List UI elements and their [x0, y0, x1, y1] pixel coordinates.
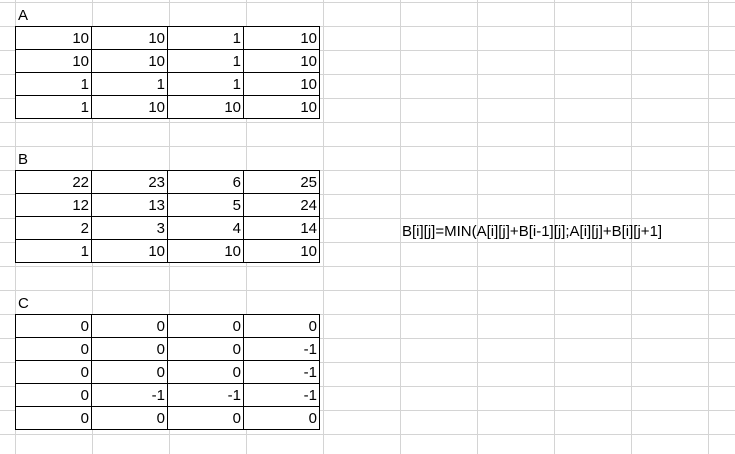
cell[interactable]: 0 [167, 314, 244, 338]
cell[interactable]: 1 [167, 49, 244, 73]
matrix-b-row: 2 3 4 14 [15, 216, 320, 240]
matrix-c-row: 0000 [15, 406, 320, 430]
matrix-a-row: 1 10 10 10 [15, 95, 320, 119]
label-b: B [18, 151, 29, 168]
matrix-c-row: 0 0 0 -1 [15, 360, 320, 384]
matrix-b: 22 23 6 25 12 13 5 24 2 3 4 14 1 10 10 10 [15, 170, 320, 263]
matrix-a: 10 10 1 10 10 10 1 10 1 1 1 10 1 10 10 10 [15, 26, 320, 119]
cell[interactable]: 0 [15, 337, 92, 361]
cell[interactable]: 0 [167, 360, 244, 384]
cell[interactable]: 0 [15, 383, 92, 407]
cell[interactable]: 10 [91, 26, 168, 50]
cell[interactable]: 3 [91, 216, 168, 240]
matrix-a-row: 1 1 1 10 [15, 72, 320, 96]
cell[interactable]: 0 [243, 314, 320, 338]
cell[interactable]: 10 [243, 72, 320, 96]
cell[interactable]: 0 [91, 314, 168, 338]
cell[interactable]: 10 [243, 239, 320, 263]
cell[interactable]: 6 [167, 170, 244, 194]
cell[interactable]: 14 [243, 216, 320, 240]
matrix-a-row: 10 10 1 10 [15, 49, 320, 73]
spreadsheet-grid[interactable]: A 10 10 1 10 10 10 1 10 1 1 1 10 1 10 10 10 B 22 23 6 25 12… [0, 0, 735, 454]
cell[interactable]: 25 [243, 170, 320, 194]
cell[interactable]: 10 [167, 95, 244, 119]
label-a: A [18, 7, 29, 24]
cell[interactable]: 1 [15, 95, 92, 119]
matrix-c-row: 0000 [15, 314, 320, 338]
cell[interactable]: -1 [167, 383, 244, 407]
matrix-c-row: 0 -1 -1 -1 [15, 383, 320, 407]
cell[interactable]: 0 [15, 360, 92, 384]
cell[interactable]: 0 [91, 406, 168, 430]
cell[interactable]: 0 [91, 337, 168, 361]
matrix-c-row: 0 0 0 -1 [15, 337, 320, 361]
cell[interactable]: 10 [243, 49, 320, 73]
cell[interactable]: 2 [15, 216, 92, 240]
cell[interactable]: 5 [167, 193, 244, 217]
cell[interactable]: 24 [243, 193, 320, 217]
cell[interactable]: 10 [243, 95, 320, 119]
cell[interactable]: -1 [243, 360, 320, 384]
cell[interactable]: 13 [91, 193, 168, 217]
matrix-b-row: 22 23 6 25 [15, 170, 320, 194]
cell[interactable]: 23 [91, 170, 168, 194]
cell[interactable]: 1 [167, 26, 244, 50]
formula-text[interactable]: B[i][j]=MIN(A[i][j]+B[i-1][j];A[i][j]+B[… [402, 222, 662, 242]
cell[interactable]: 1 [15, 239, 92, 263]
cell[interactable]: 10 [91, 95, 168, 119]
cell[interactable]: -1 [243, 383, 320, 407]
cell[interactable]: 1 [91, 72, 168, 96]
cell[interactable]: 0 [243, 406, 320, 430]
cell[interactable]: 4 [167, 216, 244, 240]
cell[interactable]: 0 [167, 337, 244, 361]
cell[interactable]: -1 [91, 383, 168, 407]
cell[interactable]: 0 [91, 360, 168, 384]
cell[interactable]: 22 [15, 170, 92, 194]
cell[interactable]: 10 [15, 26, 92, 50]
cell[interactable]: 0 [15, 314, 92, 338]
cell[interactable]: 10 [91, 49, 168, 73]
cell[interactable]: 0 [167, 406, 244, 430]
cell[interactable]: 0 [15, 406, 92, 430]
matrix-b-row: 1 10 10 10 [15, 239, 320, 263]
matrix-b-row: 12 13 5 24 [15, 193, 320, 217]
matrix-a-row: 10 10 1 10 [15, 26, 320, 50]
cell[interactable]: 10 [167, 239, 244, 263]
cell[interactable]: -1 [243, 337, 320, 361]
cell[interactable]: 12 [15, 193, 92, 217]
cell[interactable]: 1 [167, 72, 244, 96]
cell[interactable]: 10 [15, 49, 92, 73]
matrix-c: 0 0 0 0 0 0 0 -1 0 0 0 -1 0 -1 -1 -1 0 0 0 0 [15, 314, 320, 430]
cell[interactable]: 10 [91, 239, 168, 263]
cell[interactable]: 10 [243, 26, 320, 50]
cell[interactable]: 1 [15, 72, 92, 96]
label-c: C [18, 295, 29, 312]
